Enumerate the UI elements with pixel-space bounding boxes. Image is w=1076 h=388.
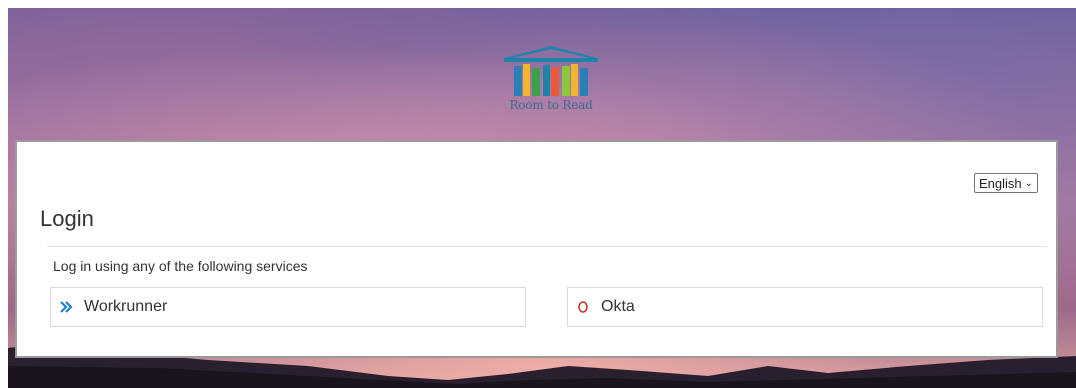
page-title: Login — [40, 206, 94, 231]
okta-o-icon — [575, 299, 591, 315]
room-to-read-logo: Room to Read — [496, 44, 606, 124]
library-building-icon — [504, 46, 598, 96]
workrunner-label: Workrunner — [84, 298, 168, 315]
workrunner-login-button[interactable]: Workrunner — [50, 287, 526, 327]
okta-login-button[interactable]: Okta — [567, 287, 1043, 327]
page: Room to Read English ⌄ Login Log in usin… — [0, 0, 1076, 388]
double-chevron-right-icon — [58, 299, 74, 315]
chevron-down-icon: ⌄ — [1024, 177, 1034, 189]
divider — [47, 246, 1047, 247]
logo-text: Room to Read — [509, 98, 593, 112]
okta-label: Okta — [601, 298, 635, 315]
login-instructions: Log in using any of the following servic… — [53, 258, 308, 274]
language-select[interactable]: English ⌄ — [974, 173, 1039, 193]
language-selected-value: English — [979, 175, 1022, 191]
login-panel: English ⌄ Login Log in using any of the … — [15, 140, 1058, 358]
